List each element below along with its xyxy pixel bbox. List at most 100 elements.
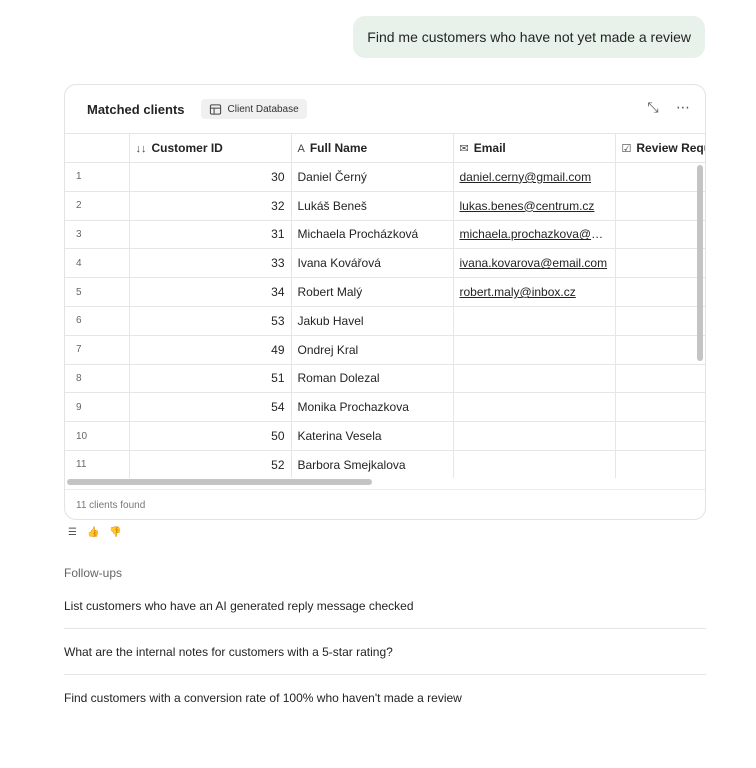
review-requested-cell: ✓ [615, 335, 705, 365]
list-details-icon[interactable]: ☰ [68, 527, 77, 538]
email-cell [453, 306, 616, 336]
full-name-cell: Robert Malý [291, 277, 454, 307]
table-row[interactable]: 130Daniel Černý daniel.cerny@gmail.com ✓ [65, 162, 705, 192]
column-header-full-name[interactable]: A Full Name [291, 133, 454, 163]
customer-id-cell: 32 [129, 191, 292, 221]
row-number: 8 [65, 364, 130, 394]
column-header-review-requested[interactable]: ☑ Review Requ [615, 133, 705, 163]
collapse-icon[interactable]: ⤡ [645, 99, 661, 116]
full-name-cell: Lukáš Beneš [291, 191, 454, 221]
row-number: 3 [65, 220, 130, 250]
customer-id-cell: 50 [129, 421, 292, 451]
customer-id-cell: 54 [129, 392, 292, 423]
checkbox-icon: ☑ [621, 143, 632, 155]
review-requested-cell: ✓ [615, 220, 705, 250]
sort-numeric-icon: ↓↓ [135, 143, 147, 155]
email-cell [453, 335, 616, 365]
email-link[interactable]: lukas.benes@centrum.cz [460, 199, 595, 213]
email-cell: robert.maly@inbox.cz [453, 277, 616, 307]
card-header: Matched clients Client Database ⤡ ⋯ [65, 85, 705, 133]
table-row[interactable]: 5 34 Robert Malý robert.maly@inbox.cz [65, 277, 705, 307]
email-link[interactable]: ivana.kovarova@email.com [460, 256, 608, 270]
table-row[interactable]: 1050Katerina Vesela ✓ [65, 421, 705, 451]
source-pill[interactable]: Client Database [200, 99, 307, 119]
card-title: Matched clients [87, 101, 185, 117]
horizontal-scrollbar[interactable] [67, 479, 372, 485]
customer-id-cell: 53 [129, 306, 292, 336]
full-name-cell: Daniel Černý [291, 162, 454, 192]
email-cell [453, 364, 616, 394]
email-cell [453, 450, 616, 478]
row-number: 10 [65, 421, 130, 451]
column-header-rownum [65, 133, 130, 163]
table-row[interactable]: 4 33 Ivana Kovářová ivana.kovarova@email.co… [65, 248, 705, 279]
review-requested-cell: ✓ [615, 392, 705, 423]
row-number: 9 [65, 392, 130, 423]
full-name-cell: Jakub Havel [291, 306, 454, 336]
card-footer: 11 clients found [65, 489, 705, 519]
review-requested-cell [615, 191, 705, 221]
followup-item[interactable]: List customers who have an AI generated … [64, 583, 706, 629]
email-cell: daniel.cerny@gmail.com [453, 162, 616, 192]
full-name-cell: Katerina Vesela [291, 421, 454, 451]
email-link[interactable]: robert.maly@inbox.cz [460, 285, 576, 299]
review-requested-cell: ✓ [615, 421, 705, 451]
table-row[interactable]: 749Ondrej Kral ✓ [65, 335, 705, 365]
followup-item[interactable]: What are the internal notes for customer… [64, 629, 706, 675]
full-name-cell: Barbora Smejkalova [291, 450, 454, 478]
customer-id-cell: 34 [129, 277, 292, 307]
mail-icon: ✉ [459, 143, 469, 155]
full-name-cell: Ondrej Kral [291, 335, 454, 365]
header-row: ↓↓ Customer ID A Full Name ✉ Email ☑ Review … [65, 133, 705, 163]
customer-id-cell: 33 [129, 248, 292, 279]
email-link[interactable]: daniel.cerny@gmail.com [460, 170, 592, 184]
row-number: 1 [65, 162, 130, 192]
data-grid[interactable]: ↓↓ Customer ID A Full Name ✉ Email ☑ Review … [65, 133, 705, 478]
row-number: 7 [65, 335, 130, 365]
customer-id-cell: 31 [129, 220, 292, 250]
table-row[interactable]: 3 31 Michaela Procházková michaela.prochazk… [65, 220, 705, 250]
email-cell: michaela.prochazkova@sez... [453, 220, 616, 250]
column-header-customer-id[interactable]: ↓↓ Customer ID [129, 133, 292, 163]
table-row[interactable]: 1152Barbora Smejkalova ✓ [65, 450, 705, 478]
email-link[interactable]: michaela.prochazkova@sez... [460, 227, 615, 241]
email-cell [453, 392, 616, 423]
review-requested-cell [615, 248, 705, 279]
more-options-icon[interactable]: ⋯ [675, 99, 691, 116]
results-count: 11 clients found [76, 500, 146, 511]
table-row[interactable]: 2 32 Lukáš Beneš lukas.benes@centrum.cz [65, 191, 705, 221]
thumbs-down-icon[interactable]: 👎 [109, 527, 121, 538]
thumbs-up-icon[interactable]: 👍 [87, 527, 99, 538]
source-label: Client Database [227, 103, 299, 115]
table-row[interactable]: 851Roman Dolezal ✓ [65, 364, 705, 394]
email-cell: ivana.kovarova@email.com [453, 248, 616, 279]
row-number: 11 [65, 450, 130, 478]
full-name-cell: Monika Prochazkova [291, 392, 454, 423]
text-type-icon: A [297, 143, 305, 155]
customer-id-cell: 51 [129, 364, 292, 394]
table-row[interactable]: 653Jakub Havel ✓ [65, 306, 705, 336]
review-requested-cell: ✓ [615, 162, 705, 192]
email-cell [453, 421, 616, 451]
review-requested-cell: ✓ [615, 364, 705, 394]
feedback-bar: ☰ 👍 👎 [68, 527, 122, 538]
review-requested-cell [615, 277, 705, 307]
results-card: Matched clients Client Database ⤡ ⋯ ↓↓ Cu… [64, 84, 706, 520]
row-number: 4 [65, 248, 130, 279]
row-number: 6 [65, 306, 130, 336]
review-requested-cell: ✓ [615, 306, 705, 336]
customer-id-cell: 49 [129, 335, 292, 365]
email-cell: lukas.benes@centrum.cz [453, 191, 616, 221]
column-header-email[interactable]: ✉ Email [453, 133, 616, 163]
results-table: ↓↓ Customer ID A Full Name ✉ Email ☑ Review … [65, 133, 705, 478]
row-number: 2 [65, 191, 130, 221]
full-name-cell: Roman Dolezal [291, 364, 454, 394]
table-row[interactable]: 954Monika Prochazkova ✓ [65, 392, 705, 423]
full-name-cell: Ivana Kovářová [291, 248, 454, 279]
customer-id-cell: 52 [129, 450, 292, 478]
table-icon [209, 103, 221, 115]
row-number: 5 [65, 277, 130, 307]
vertical-scrollbar[interactable] [697, 165, 703, 361]
followup-item[interactable]: Find customers with a conversion rate of… [64, 675, 706, 721]
followups-title: Follow-ups [64, 566, 123, 580]
